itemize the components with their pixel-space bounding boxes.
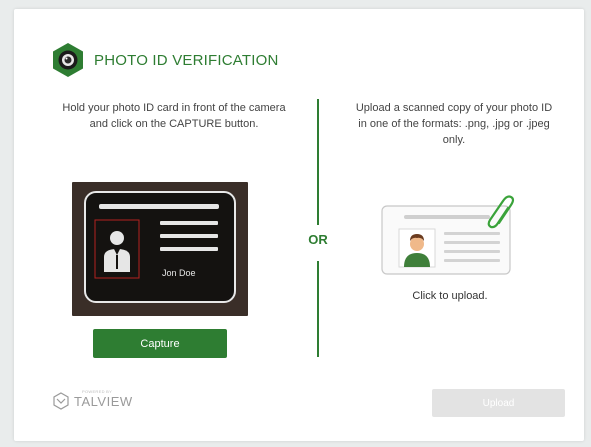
click-to-upload-label[interactable]: Click to upload. — [380, 290, 520, 302]
upload-instructions: Upload a scanned copy of your photo ID i… — [355, 102, 553, 146]
powered-by: POWERED BY — [82, 389, 113, 394]
divider-top — [317, 99, 319, 225]
talview-logo: TALVIEW POWERED BY — [52, 389, 133, 410]
camera-lens-hexagon-icon — [53, 43, 83, 77]
capture-button[interactable]: Capture — [93, 329, 227, 358]
brand-name: TALVIEW — [74, 393, 133, 409]
page-title: PHOTO ID VERIFICATION — [94, 51, 279, 69]
id-card-name: Jon Doe — [162, 268, 196, 278]
or-label: OR — [308, 232, 328, 247]
person-silhouette-icon — [104, 231, 130, 272]
header: PHOTO ID VERIFICATION — [51, 42, 279, 78]
camera-instructions: Hold your photo ID card in front of the … — [62, 102, 286, 130]
id-upload-icon — [381, 195, 515, 275]
upload-dropzone[interactable] — [380, 194, 520, 276]
talview-shield-icon — [53, 392, 69, 410]
camera-preview: Jon Doe — [72, 182, 248, 316]
id-card-illustration: Jon Doe — [84, 191, 236, 303]
upload-button[interactable]: Upload — [432, 389, 565, 417]
verification-panel: PHOTO ID VERIFICATION Hold your photo ID… — [14, 9, 584, 441]
id-card-graphic: Jon Doe — [94, 204, 219, 279]
divider-bottom — [317, 261, 319, 357]
